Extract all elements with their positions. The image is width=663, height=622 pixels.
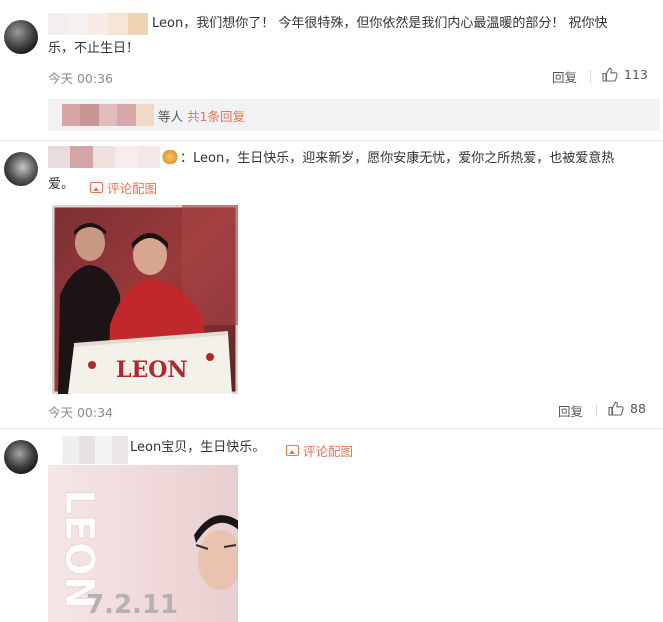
comment-text-line2: 乐，不止生日！	[48, 41, 140, 56]
like-button[interactable]: 88	[608, 401, 646, 416]
comment-photo[interactable]: LEON	[52, 205, 238, 394]
comment-separator	[0, 428, 663, 429]
poster-illustration: LEON 7.2.11	[48, 465, 238, 622]
comment-text-line2: 爱。	[48, 177, 75, 192]
action-divider	[590, 70, 591, 83]
comment-actions: 回复	[552, 67, 577, 86]
comment-time: 今天 00:34	[48, 405, 113, 420]
thumbs-up-icon	[608, 401, 624, 416]
like-button[interactable]: 113	[602, 67, 648, 82]
comment-picture-link[interactable]: 评论配图	[286, 441, 353, 460]
cake-text: LEON	[116, 357, 188, 383]
blurred-username	[48, 146, 161, 168]
poster-date: 7.2.11	[86, 590, 178, 620]
blurred-username	[62, 436, 128, 464]
image-icon	[90, 182, 103, 193]
comment-time: 今天 00:36	[48, 71, 113, 86]
comment-separator	[0, 140, 663, 141]
comment-text-line1: ：Leon，生日快乐，迎来新岁，愿你安康无忧，爱你之所热爱，也被爱意热	[180, 151, 615, 166]
reply-summary: 等人 共1条回复	[158, 106, 245, 125]
photo-illustration: LEON	[52, 205, 238, 394]
action-divider	[596, 404, 597, 417]
blurred-reply-avatars	[62, 104, 155, 126]
like-count: 113	[624, 67, 648, 82]
comment-actions: 回复	[558, 401, 583, 420]
vip-badge-icon	[162, 150, 178, 164]
thumbs-up-icon	[602, 67, 618, 82]
like-count: 88	[630, 401, 646, 416]
comment-picture-label: 评论配图	[107, 181, 158, 196]
comment-photo[interactable]: LEON 7.2.11	[48, 465, 238, 622]
comment-picture-label: 评论配图	[303, 444, 354, 459]
avatar[interactable]	[4, 20, 38, 54]
view-replies-link[interactable]: 共1条回复	[187, 109, 245, 124]
reply-button[interactable]: 回复	[558, 401, 583, 420]
reply-button[interactable]: 回复	[552, 67, 577, 86]
comment-picture-link[interactable]: 评论配图	[90, 178, 157, 197]
avatar[interactable]	[4, 440, 38, 474]
image-icon	[286, 445, 299, 456]
reply-summary-label: 等人	[158, 109, 184, 124]
comment-text-line1: Leon宝贝，生日快乐。	[130, 440, 266, 455]
blurred-username	[48, 13, 148, 35]
comment-text-line1: Leon，我们想你了！ 今年很特殊，但你依然是我们内心最温暖的部分！ 祝你快	[152, 16, 608, 31]
avatar[interactable]	[4, 152, 38, 186]
